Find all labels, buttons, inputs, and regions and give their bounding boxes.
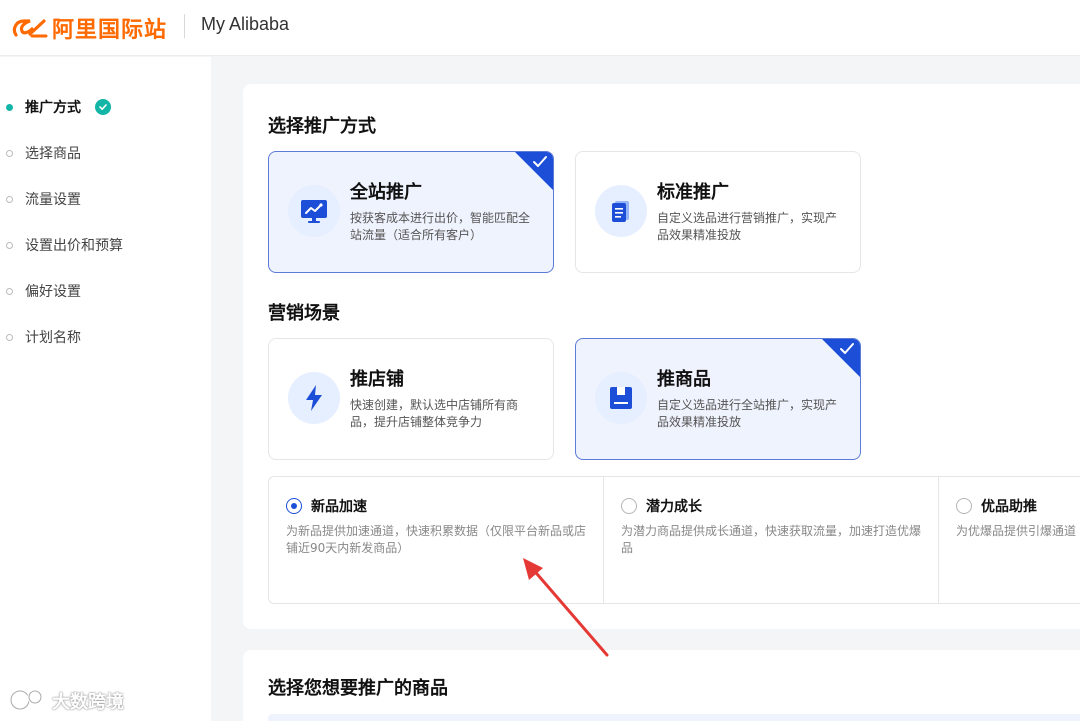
- check-icon: [533, 156, 547, 167]
- watermark-text: 大数跨境: [52, 692, 124, 713]
- option-quality-boost[interactable]: 优品助推 为优爆品提供引爆通道: [939, 477, 1080, 603]
- card-promote-store[interactable]: 推店铺 快速创建，默认选中店铺所有商品，提升店铺整体竞争力: [268, 338, 554, 460]
- promotion-method-title: 选择推广方式: [268, 116, 376, 137]
- step-dot: [6, 241, 13, 249]
- product-strategy-options: 新品加速 为新品提供加速通道，快速积累数据（仅限平台新品或店铺近90天内新发商品…: [268, 476, 1080, 604]
- logo-text: 阿里国际站: [52, 18, 168, 43]
- card-title: 标准推广: [657, 182, 729, 203]
- marketing-scene-title: 营销场景: [268, 303, 340, 324]
- radio-button[interactable]: [956, 498, 972, 514]
- document-icon: [595, 185, 647, 237]
- step-dot: [6, 103, 13, 111]
- step-label: 计划名称: [25, 330, 81, 346]
- step-label: 选择商品: [25, 146, 81, 162]
- step-preferences[interactable]: 偏好设置: [6, 280, 81, 302]
- step-select-products[interactable]: 选择商品: [6, 142, 81, 164]
- step-label: 推广方式: [25, 100, 81, 116]
- card-description: 自定义选品进行全站推广，实现产品效果精准投放: [657, 398, 838, 429]
- lightning-icon: [288, 372, 340, 424]
- option-title: 潜力成长: [646, 499, 702, 515]
- option-description: 为优爆品提供引爆通道: [956, 524, 1077, 538]
- option-potential-growth[interactable]: 潜力成长 为潜力商品提供成长通道，快速获取流量，加速打造优爆品: [604, 477, 938, 603]
- check-circle-icon: [95, 99, 111, 115]
- card-standard-promotion[interactable]: 标准推广 自定义选品进行营销推广，实现产品效果精准投放: [575, 151, 861, 273]
- card-promote-product[interactable]: 推商品 自定义选品进行全站推广，实现产品效果精准投放: [575, 338, 861, 460]
- step-promotion-method[interactable]: 推广方式: [6, 96, 111, 118]
- header-title[interactable]: My Alibaba: [201, 14, 289, 35]
- card-description: 自定义选品进行营销推广，实现产品效果精准投放: [657, 211, 838, 242]
- product-selector-bar[interactable]: [268, 714, 1080, 721]
- radio-button[interactable]: [621, 498, 637, 514]
- step-bid-budget[interactable]: 设置出价和预算: [6, 234, 123, 256]
- card-description: 快速创建，默认选中店铺所有商品，提升店铺整体竞争力: [350, 398, 519, 429]
- card-full-site-promotion[interactable]: 全站推广 按获客成本进行出价，智能匹配全站流量（适合所有客户）: [268, 151, 554, 273]
- check-icon: [840, 343, 854, 354]
- step-sidebar: 推广方式 选择商品 流量设置 设置出价和预算 偏好设置 计划名称: [0, 57, 211, 721]
- watermark: 大数跨境: [8, 688, 124, 714]
- product-box-icon: [595, 372, 647, 424]
- step-dot: [6, 333, 13, 341]
- top-header: 阿里国际站 My Alibaba: [0, 0, 1080, 56]
- header-divider: [184, 14, 185, 38]
- step-dot: [6, 195, 13, 203]
- card-title: 推店铺: [350, 369, 404, 390]
- watermark-logo-icon: [9, 689, 43, 711]
- card-title: 全站推广: [350, 182, 422, 203]
- radio-button[interactable]: [286, 498, 302, 514]
- step-dot: [6, 149, 13, 157]
- step-dot: [6, 287, 13, 295]
- step-label: 流量设置: [25, 192, 81, 208]
- step-label: 偏好设置: [25, 284, 81, 300]
- monitor-chart-icon: [288, 185, 340, 237]
- alibaba-logo[interactable]: 阿里国际站: [10, 12, 167, 44]
- option-title: 优品助推: [981, 499, 1037, 515]
- step-plan-name[interactable]: 计划名称: [6, 326, 81, 348]
- alibaba-logo-icon: [12, 19, 48, 38]
- select-products-title: 选择您想要推广的商品: [268, 678, 448, 699]
- option-description: 为新品提供加速通道，快速积累数据（仅限平台新品或店铺近90天内新发商品）: [286, 524, 587, 555]
- card-title: 推商品: [657, 369, 711, 390]
- step-traffic-settings[interactable]: 流量设置: [6, 188, 81, 210]
- select-products-panel: 选择您想要推广的商品: [243, 650, 1080, 721]
- option-description: 为潜力商品提供成长通道，快速获取流量，加速打造优爆品: [621, 524, 922, 555]
- option-title: 新品加速: [311, 499, 367, 515]
- step-label: 设置出价和预算: [25, 238, 123, 254]
- card-description: 按获客成本进行出价，智能匹配全站流量（适合所有客户）: [350, 211, 531, 242]
- promotion-config-panel: 选择推广方式 全站推广 按获客成本进行出价，智能匹配全站流量（适合所有客户） 标…: [243, 84, 1080, 629]
- option-new-product-boost[interactable]: 新品加速 为新品提供加速通道，快速积累数据（仅限平台新品或店铺近90天内新发商品…: [269, 477, 603, 603]
